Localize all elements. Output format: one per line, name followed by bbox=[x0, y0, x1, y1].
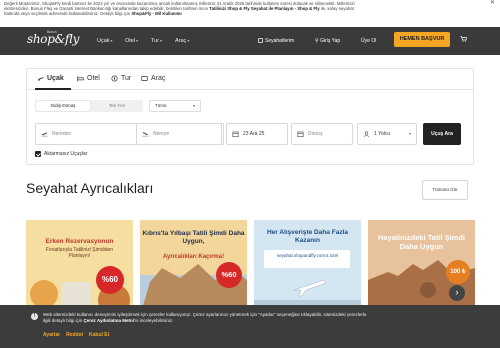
cookie-accept-button[interactable]: Kabul Et bbox=[89, 332, 109, 338]
discount-badge: %60 bbox=[96, 266, 124, 294]
search-flight-button[interactable]: Uçuş Ara bbox=[423, 123, 461, 145]
chevron-down-icon: ▾ bbox=[110, 38, 113, 43]
tab-label: Otel bbox=[87, 75, 100, 82]
see-all-button[interactable]: Tümünü Gör bbox=[422, 180, 468, 200]
discount-badge: 100 ₺ bbox=[446, 260, 470, 284]
promo-card-title: Her Alışverişte Daha Fazla Kazanın bbox=[266, 229, 349, 244]
calendar-icon bbox=[232, 131, 239, 137]
nav-tour[interactable]: Tur▾ bbox=[151, 38, 162, 44]
carousel-next-icon[interactable]: › bbox=[449, 285, 465, 301]
person-icon bbox=[363, 131, 370, 137]
tab-hotel[interactable]: Otel bbox=[77, 75, 100, 82]
promo-card[interactable]: Kıbrıs'ta Yılbaşı Tatili Şimdi Daha Uygu… bbox=[140, 220, 247, 316]
tab-tour[interactable]: Tur bbox=[111, 75, 131, 82]
login-label: Giriş Yap bbox=[320, 38, 341, 44]
apply-now-button[interactable]: HEMEN BAŞVUR bbox=[394, 32, 450, 47]
nav-car[interactable]: Araç▾ bbox=[175, 38, 189, 44]
takeoff-icon bbox=[41, 132, 48, 137]
depart-date-value: 23 Ara 25 bbox=[243, 131, 265, 137]
return-date-field[interactable]: Dönüş bbox=[291, 123, 353, 145]
chevron-down-icon: ▾ bbox=[408, 131, 411, 136]
promo-card-title: Erken Rezervasyonun bbox=[45, 238, 114, 245]
landing-icon bbox=[142, 131, 149, 137]
discount-badge: %60 bbox=[216, 262, 242, 288]
chevron-down-icon: ▾ bbox=[192, 103, 195, 108]
promo-card-title: Hayalinizdeki Tatil Şimdi Daha Uygun bbox=[378, 233, 465, 251]
bed-icon bbox=[77, 76, 84, 82]
compass-icon bbox=[111, 75, 118, 82]
cookie-text: Web sitemizdeki kullanıcı deneyimini iyi… bbox=[43, 312, 473, 324]
cookie-policy-link[interactable]: Çerez Aydınlatma Metni bbox=[84, 318, 134, 323]
promo-card[interactable]: Her Alışverişte Daha Fazla Kazanın seyah… bbox=[254, 220, 361, 316]
tab-car[interactable]: Araç bbox=[141, 75, 165, 82]
promo-card-subtitle: Ayrıcalıkları Kaçırma! bbox=[162, 254, 225, 260]
chevron-down-icon: ▾ bbox=[160, 38, 163, 43]
from-field[interactable]: Nereden bbox=[35, 123, 145, 145]
promo-card[interactable]: Erken Rezervasyonun Fırsatlarıyla Tatili… bbox=[26, 220, 133, 316]
passenger-select[interactable]: 1 Yolcu ▾ bbox=[357, 123, 417, 145]
nav-label: Araç bbox=[175, 38, 187, 44]
nonstop-checkbox[interactable] bbox=[35, 151, 41, 157]
nav-label: Tur bbox=[151, 38, 160, 44]
cookie-actions: Ayarlar Reddet Kabul Et bbox=[43, 332, 109, 338]
notice-link-mileage[interactable]: Shop&Fly - Mil Kullanımı bbox=[131, 11, 181, 16]
trip-type-toggle: Gidiş-Dönüş Tek Yön bbox=[35, 100, 143, 112]
cookie-text-part: Web sitemizdeki kullanıcı deneyimini iyi… bbox=[43, 312, 367, 317]
active-tab-indicator bbox=[35, 88, 71, 90]
close-icon[interactable]: ✕ bbox=[490, 0, 495, 6]
nav-label: Uçak bbox=[97, 38, 110, 44]
notice-text: ile, kolay seyahat bbox=[319, 6, 354, 12]
from-placeholder: Nereden bbox=[52, 131, 72, 137]
tab-label: Araç bbox=[151, 75, 166, 82]
nav-label: Otel bbox=[125, 38, 136, 44]
passenger-value: 1 Yolcu bbox=[374, 131, 391, 137]
tab-label: Uçak bbox=[47, 75, 64, 82]
cart-icon[interactable] bbox=[460, 36, 467, 42]
nav-flight[interactable]: Uçak▾ bbox=[97, 38, 113, 44]
briefcase-icon bbox=[258, 38, 263, 43]
cookie-reject-button[interactable]: Reddet bbox=[66, 332, 83, 338]
cookie-settings-button[interactable]: Ayarlar bbox=[43, 332, 60, 338]
car-icon bbox=[141, 76, 148, 81]
promo-card-subtitle: seyahat.shopandfly.com'a özel bbox=[276, 253, 339, 258]
info-icon: ! bbox=[31, 313, 38, 320]
nonstop-label: Aktarmasız Uçuşlar bbox=[44, 151, 88, 157]
cookie-banner: ! Web sitemizdeki kullanıcı deneyimini i… bbox=[0, 305, 500, 348]
signup-link[interactable]: Üye Ol bbox=[361, 38, 376, 44]
promo-card[interactable]: Hayalinizdeki Tatil Şimdi Daha Uygun 100… bbox=[368, 220, 475, 316]
nonstop-checkbox-row[interactable]: Aktarmasız Uçuşlar bbox=[35, 151, 87, 157]
cookie-text-part: 'ni inceleyebilirsiniz. bbox=[133, 318, 174, 323]
nav-hotel[interactable]: Otel▾ bbox=[125, 38, 138, 44]
my-trips-link[interactable]: Seyahatlerim bbox=[258, 38, 294, 44]
notice-link-planning[interactable]: Tatilinizi Shop & Fly Seyahat ile Planla… bbox=[209, 6, 319, 11]
return-placeholder: Dönüş bbox=[308, 131, 323, 137]
notice-line-3: hattında veya seçilmek adresinde kullana… bbox=[4, 11, 494, 16]
search-tabs: Uçak Otel Tur Araç bbox=[27, 69, 473, 90]
my-trips-label: Seyahatlerim bbox=[265, 38, 295, 44]
login-link[interactable]: ⚲ Giriş Yap bbox=[315, 38, 340, 44]
notice-text: hattında veya seçilmek adresinde kullana… bbox=[4, 11, 132, 17]
promo-card-title: Kıbrıs'ta Yılbaşı Tatili Şimdi Daha Uygu… bbox=[142, 230, 245, 245]
chevron-down-icon: ▾ bbox=[136, 38, 139, 43]
chevron-down-icon: ▾ bbox=[187, 38, 190, 43]
round-trip-option[interactable]: Gidiş-Dönüş bbox=[36, 101, 90, 111]
cookie-text-part: ilgili detaylı bilgi için bbox=[43, 318, 84, 323]
to-field[interactable]: Nereye bbox=[136, 123, 222, 145]
search-panel: Uçak Otel Tur Araç Gidiş-Dönüş Tek Yön T… bbox=[26, 68, 474, 165]
shopfly-logo[interactable]: shop&fly bbox=[27, 32, 79, 46]
cabin-class-value: Tümü bbox=[155, 103, 167, 108]
tab-flight[interactable]: Uçak bbox=[37, 75, 64, 82]
one-way-option[interactable]: Tek Yön bbox=[90, 100, 144, 112]
depart-date-field[interactable]: 23 Ara 25 bbox=[226, 123, 288, 145]
section-title: Seyahat Ayrıcalıkları bbox=[26, 180, 154, 196]
cabin-class-select[interactable]: Tümü ▾ bbox=[149, 100, 201, 112]
calendar-icon bbox=[297, 131, 304, 137]
tab-label: Tur bbox=[121, 75, 132, 82]
mileage-notice: Değerli Müşterimiz, Shop&Fly kredi kartı… bbox=[0, 0, 500, 24]
promo-card-subtitle: Fırsatlarıyla Tatilinizi Şimdiden Planla… bbox=[45, 247, 114, 259]
plane-icon bbox=[37, 77, 44, 81]
to-placeholder: Nereye bbox=[153, 131, 170, 137]
